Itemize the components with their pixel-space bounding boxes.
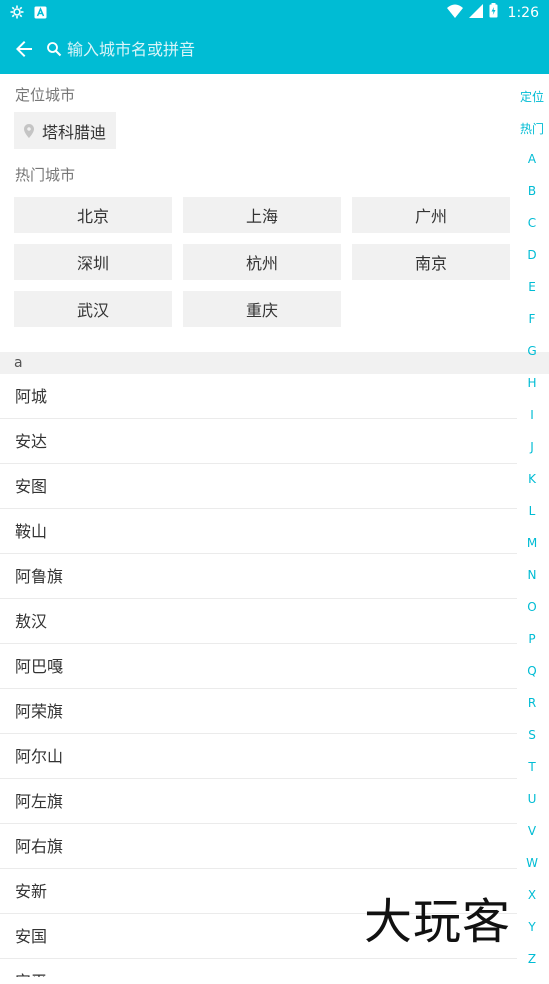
notification-a-icon	[34, 4, 47, 23]
index-item-z[interactable]: Z	[515, 952, 549, 984]
hot-section-title: 热门城市	[15, 166, 76, 184]
index-item-l[interactable]: L	[515, 504, 549, 536]
index-item-w[interactable]: W	[515, 856, 549, 888]
alphabet-index-bar[interactable]: 定位 热门 A B C D E F G H I J K L M N O P Q …	[515, 88, 549, 984]
wifi-icon	[446, 4, 463, 22]
back-button[interactable]	[12, 37, 36, 61]
index-item-x[interactable]: X	[515, 888, 549, 920]
city-list-item[interactable]: 安图	[0, 464, 517, 509]
index-item-y[interactable]: Y	[515, 920, 549, 952]
hot-city-button[interactable]: 南京	[352, 244, 510, 280]
app-bar	[0, 24, 549, 74]
hot-city-grid: 北京 上海 广州 深圳 杭州 南京 武汉 重庆	[14, 197, 510, 327]
status-bar: 1:26	[0, 0, 549, 24]
city-list-item[interactable]: 阿鲁旗	[0, 554, 517, 599]
index-item-h[interactable]: H	[515, 376, 549, 408]
index-item-g[interactable]: G	[515, 344, 549, 376]
city-list-item[interactable]: 敖汉	[0, 599, 517, 644]
index-item-d[interactable]: D	[515, 248, 549, 280]
city-list: 阿城 安达 安图 鞍山 阿鲁旗 敖汉 阿巴嘎 阿荣旗 阿尔山 阿左旗 阿右旗 安…	[0, 374, 549, 977]
city-list-item[interactable]: 阿荣旗	[0, 689, 517, 734]
index-item-q[interactable]: Q	[515, 664, 549, 696]
search-icon	[47, 42, 62, 57]
watermark-logo: 大玩客	[364, 894, 512, 950]
search-input[interactable]	[67, 39, 507, 59]
city-picker-content: 定位城市 塔科腊迪 热门城市 北京 上海 广州 深圳 杭州 南京 武汉 重庆 a…	[0, 74, 549, 977]
index-item-f[interactable]: F	[515, 312, 549, 344]
index-item-a[interactable]: A	[515, 152, 549, 184]
index-item-v[interactable]: V	[515, 824, 549, 856]
location-city-label: 塔科腊迪	[42, 122, 107, 142]
settings-gear-icon	[10, 4, 24, 23]
location-section-title: 定位城市	[15, 86, 76, 104]
status-time: 1:26	[507, 4, 539, 21]
index-item-i[interactable]: I	[515, 408, 549, 440]
index-item-t[interactable]: T	[515, 760, 549, 792]
hot-city-button[interactable]: 杭州	[183, 244, 341, 280]
city-list-item[interactable]: 安平	[0, 959, 517, 977]
location-city-button[interactable]: 塔科腊迪	[14, 112, 117, 149]
hot-city-button[interactable]: 上海	[183, 197, 341, 233]
hot-city-button[interactable]: 武汉	[14, 291, 172, 327]
index-item-c[interactable]: C	[515, 216, 549, 248]
index-item-location[interactable]: 定位	[515, 88, 549, 120]
index-item-e[interactable]: E	[515, 280, 549, 312]
city-list-item[interactable]: 鞍山	[0, 509, 517, 554]
arrow-left-icon	[16, 41, 32, 57]
hot-city-button[interactable]: 广州	[352, 197, 510, 233]
index-item-u[interactable]: U	[515, 792, 549, 824]
hot-city-button[interactable]: 北京	[14, 197, 172, 233]
hot-city-button[interactable]: 深圳	[14, 244, 172, 280]
city-list-item[interactable]: 阿城	[0, 374, 517, 419]
city-list-item[interactable]: 阿左旗	[0, 779, 517, 824]
index-item-m[interactable]: M	[515, 536, 549, 568]
city-list-item[interactable]: 安达	[0, 419, 517, 464]
city-list-item[interactable]: 阿尔山	[0, 734, 517, 779]
index-item-o[interactable]: O	[515, 600, 549, 632]
index-item-hot[interactable]: 热门	[515, 120, 549, 152]
group-letter-header: a	[0, 352, 549, 374]
index-item-r[interactable]: R	[515, 696, 549, 728]
index-item-j[interactable]: J	[515, 440, 549, 472]
index-item-b[interactable]: B	[515, 184, 549, 216]
city-list-item[interactable]: 阿右旗	[0, 824, 517, 869]
city-list-item[interactable]: 阿巴嘎	[0, 644, 517, 689]
index-item-n[interactable]: N	[515, 568, 549, 600]
search-bar[interactable]	[46, 34, 526, 64]
index-item-k[interactable]: K	[515, 472, 549, 504]
index-item-p[interactable]: P	[515, 632, 549, 664]
signal-icon	[468, 3, 483, 22]
hot-city-button[interactable]: 重庆	[183, 291, 341, 327]
location-pin-icon	[24, 123, 34, 138]
battery-icon	[489, 3, 498, 22]
index-item-s[interactable]: S	[515, 728, 549, 760]
